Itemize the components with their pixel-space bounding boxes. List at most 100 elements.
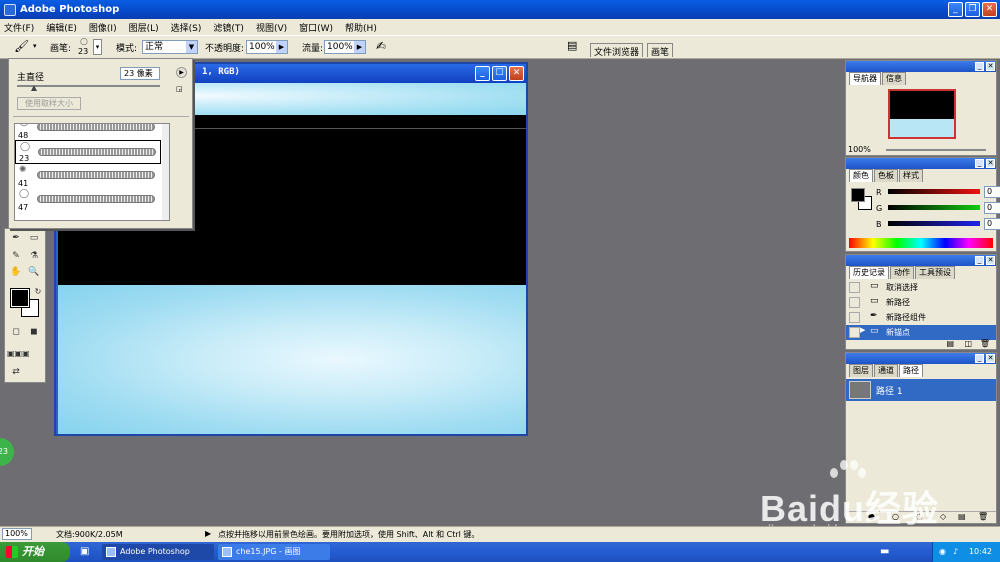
channel-slider[interactable]	[888, 205, 980, 210]
taskbar-item-paint[interactable]: che15.JPG - 画图	[218, 544, 330, 560]
status-zoom-field[interactable]: 100%	[2, 528, 32, 540]
trash-icon[interactable]: 🗑	[980, 339, 990, 348]
menu-image[interactable]: 图像(I)	[89, 21, 117, 34]
tab-swatches[interactable]: 色板	[874, 169, 898, 182]
panel-minimize-button[interactable]: _	[975, 354, 984, 363]
path-row-selected[interactable]: 路径 1	[846, 379, 996, 401]
panel-minimize-button[interactable]: _	[975, 256, 984, 265]
tab-navigator[interactable]: 导航器	[849, 72, 881, 85]
standard-mode-icon[interactable]: ◻	[9, 325, 23, 339]
new-document-icon[interactable]: ▤	[946, 339, 954, 348]
channel-value[interactable]: 0	[984, 202, 1000, 214]
eyedropper-tool-icon[interactable]: ⚗	[27, 249, 41, 263]
menu-help[interactable]: 帮助(H)	[345, 21, 377, 34]
history-item[interactable]: ▭ 取消选择	[846, 280, 996, 295]
tab-layers[interactable]: 图层	[849, 364, 873, 377]
jump-to-imageready-icon[interactable]: ⇄	[9, 365, 23, 379]
status-arrow-icon[interactable]: ▶	[205, 529, 211, 538]
brush-item-selected[interactable]: ◯ 23	[15, 140, 161, 164]
panel-close-button[interactable]: ✕	[986, 62, 995, 71]
speaker-icon[interactable]: ♪	[953, 542, 958, 562]
tab-file-browser[interactable]: 文件浏览器	[590, 43, 644, 58]
show-desktop-icon[interactable]: ▣	[80, 546, 89, 557]
panel-close-button[interactable]: ✕	[986, 354, 995, 363]
history-snapshot-checkbox[interactable]	[849, 297, 860, 308]
zoom-tool-icon[interactable]: 🔍	[27, 265, 41, 279]
menu-window[interactable]: 窗口(W)	[299, 21, 333, 34]
history-snapshot-checkbox[interactable]	[849, 312, 860, 323]
airbrush-icon[interactable]: ✍	[376, 39, 386, 53]
tab-brushes[interactable]: 画笔	[647, 43, 674, 58]
brush-picker-button[interactable]: ▾	[93, 39, 102, 55]
menu-filter[interactable]: 滤镜(T)	[213, 21, 244, 34]
history-item-selected[interactable]: ▶ ▭ 新锚点	[846, 325, 996, 340]
notes-tool-icon[interactable]: ✎	[9, 249, 23, 263]
doc-close-button[interactable]: ✕	[509, 66, 524, 81]
channel-value[interactable]: 0	[984, 218, 1000, 230]
navigator-zoom[interactable]: 100%	[848, 145, 871, 154]
master-diameter-input[interactable]: 23 像素	[120, 67, 160, 80]
channel-slider[interactable]	[888, 189, 980, 194]
quick-mask-icon[interactable]: ◼	[27, 325, 41, 339]
tab-info[interactable]: 信息	[882, 72, 906, 85]
brush-item[interactable]: ◯ 48	[15, 124, 161, 140]
status-doc-size[interactable]: 文档:900K/2.05M	[56, 529, 123, 540]
history-item[interactable]: ▭ 新路径	[846, 295, 996, 310]
start-button[interactable]: 开始	[0, 542, 70, 562]
tab-tool-presets[interactable]: 工具预设	[915, 266, 955, 279]
diameter-slider-track[interactable]	[17, 85, 160, 87]
clock[interactable]: 10:42	[969, 547, 992, 556]
brush-item[interactable]: ✺ 41	[15, 164, 161, 188]
keyboard-icon[interactable]: ▬	[880, 546, 889, 557]
color-spectrum-ramp[interactable]	[849, 238, 993, 248]
tab-actions[interactable]: 动作	[890, 266, 914, 279]
history-item[interactable]: ✒ 新路径组件	[846, 310, 996, 325]
brush-menu-arrow-icon[interactable]: ▶	[176, 67, 187, 78]
panel-close-button[interactable]: ✕	[986, 256, 995, 265]
minimize-button[interactable]: _	[948, 2, 963, 17]
navigator-thumbnail[interactable]	[888, 89, 956, 139]
brush-item[interactable]: ◯ 47	[15, 188, 161, 212]
flow-field[interactable]: 100% ▶	[324, 40, 366, 54]
screen-mode-icon[interactable]: ▣▣▣	[7, 347, 30, 361]
tab-paths[interactable]: 路径	[899, 364, 923, 377]
channel-value[interactable]: 0	[984, 186, 1000, 198]
mode-select[interactable]: 正常 ▼	[142, 40, 198, 54]
channel-slider[interactable]	[888, 221, 980, 226]
resize-handle-icon[interactable]: ◲	[176, 85, 183, 93]
shape-tool-icon[interactable]: ▭	[27, 231, 41, 245]
tab-history[interactable]: 历史记录	[849, 266, 889, 279]
use-sample-size-button[interactable]: 使用取样大小	[17, 97, 81, 110]
menu-file[interactable]: 文件(F)	[4, 21, 34, 34]
hand-tool-icon[interactable]: ✋	[9, 265, 23, 279]
history-snapshot-checkbox[interactable]	[849, 282, 860, 293]
color-fg-swatch[interactable]	[851, 188, 865, 202]
close-button[interactable]: ✕	[982, 2, 997, 17]
swap-colors-icon[interactable]: ↻	[31, 285, 45, 299]
navigator-zoom-slider[interactable]	[886, 149, 986, 151]
opacity-field[interactable]: 100% ▶	[246, 40, 288, 54]
panel-close-button[interactable]: ✕	[986, 159, 995, 168]
restore-button[interactable]: ❐	[965, 2, 980, 17]
menu-view[interactable]: 视图(V)	[256, 21, 287, 34]
doc-minimize-button[interactable]: _	[475, 66, 490, 81]
taskbar-item-photoshop[interactable]: Adobe Photoshop	[102, 544, 214, 560]
doc-maximize-button[interactable]: ☐	[492, 66, 507, 81]
menu-layer[interactable]: 图层(L)	[129, 21, 159, 34]
new-snapshot-icon[interactable]: ◫	[964, 339, 972, 348]
tab-channels[interactable]: 通道	[874, 364, 898, 377]
tray-icon[interactable]: ◉	[939, 542, 946, 562]
menu-edit[interactable]: 编辑(E)	[46, 21, 77, 34]
panel-minimize-button[interactable]: _	[975, 62, 984, 71]
palette-well-icon[interactable]: ▤	[567, 39, 577, 52]
menu-select[interactable]: 选择(S)	[171, 21, 202, 34]
foreground-color-swatch[interactable]	[10, 288, 30, 308]
panel-minimize-button[interactable]: _	[975, 159, 984, 168]
history-snapshot-checkbox[interactable]	[849, 327, 860, 338]
brush-tool-icon[interactable]: 🖌	[14, 39, 29, 53]
pen-tool-icon[interactable]: ✒	[9, 231, 23, 245]
tool-preset-dropdown-icon[interactable]: ▾	[33, 42, 37, 50]
tab-styles[interactable]: 样式	[899, 169, 923, 182]
tab-color[interactable]: 颜色	[849, 169, 873, 182]
brush-list-scrollbar[interactable]	[162, 124, 169, 220]
